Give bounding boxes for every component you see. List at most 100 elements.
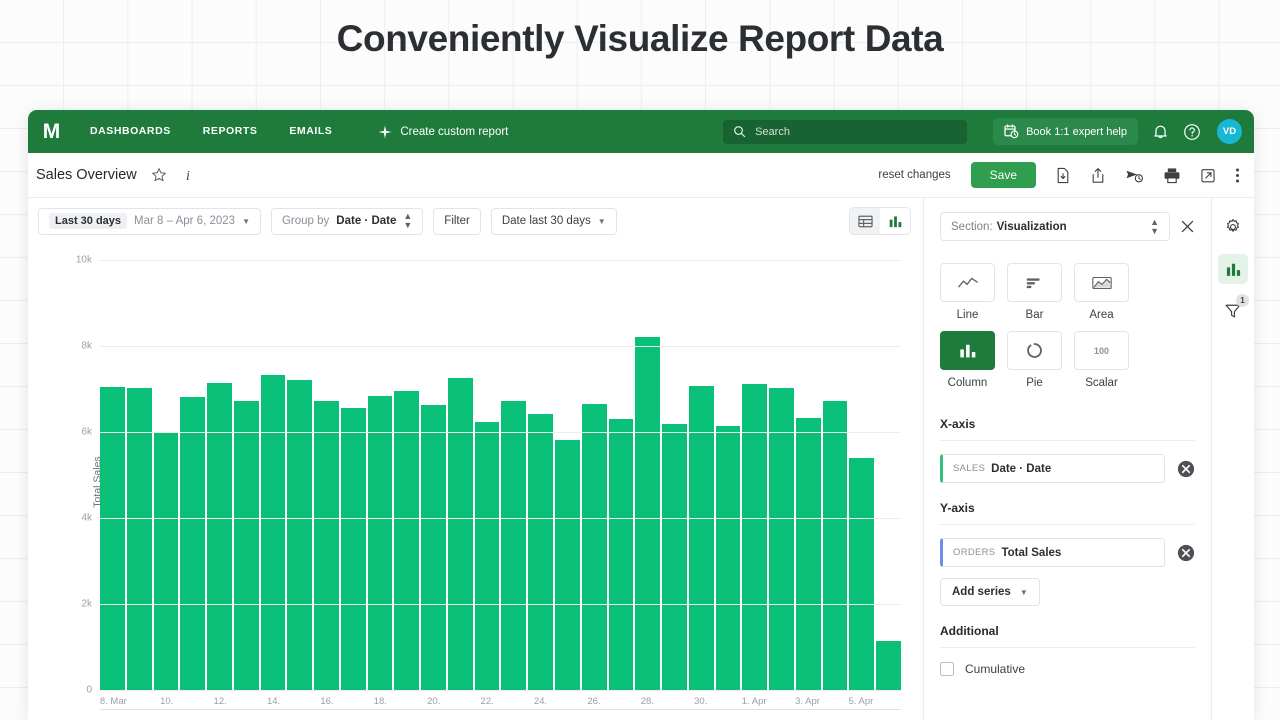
chart-type-bar[interactable]: Bar: [1007, 263, 1062, 321]
chart-type-label: Line: [940, 309, 995, 321]
book-expert-help-button[interactable]: Book 1:1 expert help: [993, 118, 1138, 145]
remove-x-axis-button[interactable]: [1177, 460, 1195, 478]
chart-type-scalar[interactable]: 100Scalar: [1074, 331, 1129, 389]
settings-rail-button[interactable]: [1218, 212, 1248, 242]
nav-item-reports[interactable]: REPORTS: [187, 110, 274, 153]
user-avatar[interactable]: VD: [1217, 119, 1242, 144]
chart-bar[interactable]: [635, 337, 660, 690]
download-button[interactable]: [1055, 167, 1071, 184]
share-upload-icon: [1090, 167, 1106, 184]
visualization-panel: Section: Visualization ▲▼ Line Bar Area Col…: [923, 198, 1211, 720]
report-info-button[interactable]: i: [181, 167, 195, 183]
chart-bar[interactable]: [823, 401, 848, 690]
chart-bar[interactable]: [394, 391, 419, 690]
group-by-selector[interactable]: Group by Date · Date ▲▼: [271, 208, 423, 235]
cumulative-checkbox[interactable]: [940, 662, 954, 676]
chart-bar[interactable]: [154, 432, 179, 690]
chart-bar[interactable]: [421, 405, 446, 690]
printer-icon: [1163, 167, 1181, 184]
x-axis: 8. Mar10.12.14.16.18.20.22.24.26.28.30.1…: [100, 696, 901, 710]
x-axis-tick-label: 10.: [160, 696, 173, 707]
chart-bar[interactable]: [769, 388, 794, 690]
chevron-down-icon: ▼: [598, 217, 606, 226]
chart-bar[interactable]: [261, 375, 286, 690]
chart-bar[interactable]: [796, 418, 821, 690]
notifications-button[interactable]: [1152, 123, 1169, 140]
chart-bar[interactable]: [716, 426, 741, 690]
chart-bar[interactable]: [876, 641, 901, 690]
chart-bar[interactable]: [207, 383, 232, 690]
app-body: Last 30 days Mar 8 – Apr 6, 2023 ▼ Group…: [28, 198, 1254, 720]
search-icon: [733, 125, 746, 138]
area-chart-icon-box: [1074, 263, 1129, 302]
y-axis-field[interactable]: ORDERS Total Sales: [940, 538, 1165, 567]
reset-changes-button[interactable]: reset changes: [878, 169, 950, 181]
chart-bar[interactable]: [501, 401, 526, 690]
chart-bar[interactable]: [287, 380, 312, 690]
x-axis-tick-label: 26.: [587, 696, 600, 707]
date-filter-chip[interactable]: Date last 30 days ▼: [491, 208, 617, 235]
chart-bar[interactable]: [368, 396, 393, 690]
filter-button[interactable]: Filter: [433, 208, 481, 235]
help-button[interactable]: [1183, 123, 1201, 141]
nav-item-dashboards[interactable]: DASHBOARDS: [74, 110, 187, 153]
chart-bar[interactable]: [127, 388, 152, 690]
chart-view-button[interactable]: [880, 208, 910, 234]
date-range-selector[interactable]: Last 30 days Mar 8 – Apr 6, 2023 ▼: [38, 208, 261, 235]
chart-bar[interactable]: [555, 440, 580, 690]
report-header: Sales Overview i reset changes Save: [28, 153, 1254, 198]
chart-bar[interactable]: [609, 419, 634, 690]
chart-bar[interactable]: [662, 424, 687, 690]
print-button[interactable]: [1163, 167, 1181, 184]
share-button[interactable]: [1090, 167, 1106, 184]
table-view-button[interactable]: [850, 208, 880, 234]
chart-bar[interactable]: [475, 422, 500, 690]
help-circle-icon: [1183, 123, 1201, 141]
remove-y-axis-button[interactable]: [1177, 544, 1195, 562]
close-panel-button[interactable]: [1180, 219, 1195, 234]
create-custom-report-button[interactable]: Create custom report: [378, 125, 508, 139]
x-axis-field[interactable]: SALES Date · Date: [940, 454, 1165, 483]
section-selector[interactable]: Section: Visualization ▲▼: [940, 212, 1170, 241]
add-series-button[interactable]: Add series ▼: [940, 578, 1040, 606]
chart-type-line[interactable]: Line: [940, 263, 995, 321]
chart-type-pie[interactable]: Pie: [1007, 331, 1062, 389]
chart-bar[interactable]: [582, 404, 607, 690]
chart-bar[interactable]: [180, 397, 205, 690]
schedule-send-button[interactable]: [1125, 167, 1144, 184]
chart-bar[interactable]: [849, 458, 874, 690]
date-filter-label: Date last 30 days: [502, 215, 591, 227]
x-axis-section-title: X-axis: [940, 417, 1195, 441]
chart-bar[interactable]: [314, 401, 339, 690]
pie-chart-icon-box: [1007, 331, 1062, 370]
favorite-star-button[interactable]: [151, 167, 167, 183]
top-navbar: M DASHBOARDS REPORTS EMAILS Create custo…: [28, 110, 1254, 153]
open-external-button[interactable]: [1200, 167, 1216, 184]
chart-plot: 02k4k6k8k10k: [100, 260, 901, 690]
search-input[interactable]: Search: [723, 120, 967, 144]
chart-type-label: Bar: [1007, 309, 1062, 321]
app-logo[interactable]: M: [28, 120, 74, 144]
nav-item-emails[interactable]: EMAILS: [273, 110, 348, 153]
report-title: Sales Overview: [36, 167, 137, 183]
visualization-rail-button[interactable]: [1218, 254, 1248, 284]
chart-type-area[interactable]: Area: [1074, 263, 1129, 321]
filters-rail-button[interactable]: 1: [1218, 296, 1248, 326]
chart-bar[interactable]: [234, 401, 259, 690]
section-prefix: Section:: [951, 221, 993, 233]
chart-type-column[interactable]: Column: [940, 331, 995, 389]
chart-bar[interactable]: [341, 408, 366, 690]
panel-icon-rail: 1: [1211, 198, 1254, 720]
chart-bar[interactable]: [742, 384, 767, 690]
add-series-label: Add series: [952, 586, 1011, 598]
chart-bar[interactable]: [528, 414, 553, 690]
bar-chart-icon-box: [1007, 263, 1062, 302]
save-button[interactable]: Save: [971, 162, 1036, 188]
star-icon: [151, 167, 167, 183]
more-options-button[interactable]: [1235, 167, 1240, 184]
chart-bar[interactable]: [448, 378, 473, 690]
section-value: Visualization: [997, 221, 1067, 233]
filter-toolbar: Last 30 days Mar 8 – Apr 6, 2023 ▼ Group…: [28, 198, 923, 244]
y-gridline: [100, 346, 901, 347]
x-axis-tick-label: 5. Apr: [849, 696, 874, 707]
